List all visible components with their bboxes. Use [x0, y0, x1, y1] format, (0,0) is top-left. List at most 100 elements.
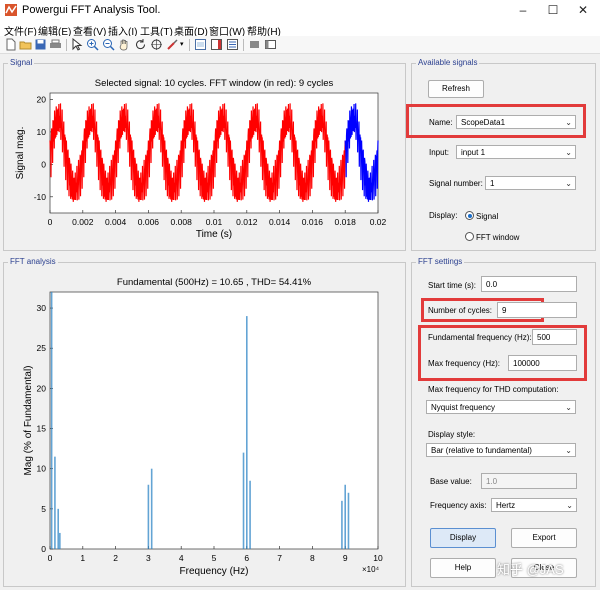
- fft-bar: [242, 452, 245, 549]
- toolbar-separator: [243, 39, 244, 51]
- close-window-icon[interactable]: ✕: [568, 0, 598, 21]
- signal-xtick-label: 0.01: [206, 217, 223, 227]
- display-style-label: Display style:: [428, 430, 476, 439]
- fft-xtick-label: 2: [113, 553, 118, 563]
- signal-xlabel: Time (s): [196, 229, 232, 240]
- base-value-label: Base value:: [430, 477, 472, 486]
- menu-bar: 文件(F) 编辑(E) 查看(V) 插入(I) 工具(T) 桌面(D) 窗口(W…: [0, 21, 600, 38]
- signal-plot-title: Selected signal: 10 cycles. FFT window (…: [95, 78, 334, 89]
- fundamental-frequency-input[interactable]: 500: [532, 329, 577, 345]
- show-plot-tools-icon[interactable]: [264, 38, 277, 51]
- fft-xtick-label: 9: [343, 553, 348, 563]
- colorbar-icon[interactable]: [210, 38, 223, 51]
- signal-ytick-label: 20: [37, 94, 47, 104]
- display-style-select[interactable]: Bar (relative to fundamental) ⌄: [426, 443, 576, 457]
- name-select[interactable]: ScopeData1 ⌄: [456, 115, 576, 129]
- watermark: 知乎 @JAS: [497, 562, 564, 577]
- window-title: Powergui FFT Analysis Tool.: [22, 4, 161, 16]
- chevron-down-icon: ⌄: [565, 118, 572, 127]
- link-plot-icon[interactable]: [194, 38, 207, 51]
- signal-xtick-label: 0.014: [269, 217, 291, 227]
- rotate-icon[interactable]: [134, 38, 147, 51]
- chevron-down-icon: ⌄: [566, 501, 573, 510]
- display-fft-window-label: FFT window: [476, 233, 520, 242]
- open-folder-icon[interactable]: [19, 38, 32, 51]
- fft-xtick-label: 4: [179, 553, 184, 563]
- fft-xtick-label: 5: [212, 553, 217, 563]
- fft-bar: [246, 316, 248, 549]
- input-select[interactable]: input 1 ⌄: [456, 145, 576, 159]
- fft-xtick-label: 6: [244, 553, 249, 563]
- help-button[interactable]: Help: [430, 558, 496, 578]
- chevron-down-icon: ⌄: [565, 403, 572, 412]
- chevron-down-icon: ⌄: [565, 179, 572, 188]
- fft-ytick-label: 30: [37, 303, 47, 313]
- fft-bar: [341, 500, 343, 549]
- fft-bar: [50, 292, 53, 549]
- display-signal-radio[interactable]: [465, 211, 474, 220]
- display-fft-window-radio[interactable]: [465, 232, 474, 241]
- fft-xtick-label: 0: [48, 553, 53, 563]
- signal-xtick-label: 0.02: [370, 217, 387, 227]
- start-time-input[interactable]: 0.0: [481, 276, 577, 292]
- signal-xtick-label: 0.008: [171, 217, 193, 227]
- signal-number-label: Signal number:: [429, 179, 483, 188]
- max-frequency-input[interactable]: 100000: [508, 355, 577, 371]
- new-file-icon[interactable]: [4, 38, 17, 51]
- signal-plot[interactable]: Selected signal: 10 cycles. FFT window (…: [3, 68, 406, 250]
- thd-frequency-select[interactable]: Nyquist frequency ⌄: [426, 400, 576, 414]
- refresh-button[interactable]: Refresh: [428, 80, 484, 98]
- chevron-down-icon: ⌄: [565, 446, 572, 455]
- legend-icon[interactable]: [226, 38, 239, 51]
- fft-plot[interactable]: Fundamental (500Hz) = 10.65 , THD= 54.41…: [3, 268, 406, 586]
- signal-xtick-label: 0.018: [335, 217, 357, 227]
- number-of-cycles-input[interactable]: 9: [497, 302, 577, 318]
- fft-bar: [347, 492, 350, 549]
- name-label: Name:: [429, 118, 453, 127]
- signal-ytick-label: 10: [37, 127, 47, 137]
- base-value-input[interactable]: 1.0: [481, 473, 577, 489]
- fft-xtick-label: 1: [80, 553, 85, 563]
- frequency-axis-value: Hertz: [496, 501, 516, 510]
- signal-ytick-label: -10: [34, 192, 47, 202]
- fft-bar: [57, 508, 59, 549]
- zoom-out-icon[interactable]: [102, 38, 115, 51]
- thd-frequency-label: Max frequency for THD computation:: [428, 385, 559, 394]
- fft-ytick-label: 10: [37, 464, 47, 474]
- input-select-value: input 1: [461, 148, 486, 157]
- start-time-label: Start time (s):: [428, 281, 477, 290]
- hide-plot-tools-icon[interactable]: [248, 38, 261, 51]
- signal-panel-title: Signal: [8, 58, 35, 67]
- number-of-cycles-label: Number of cycles:: [428, 306, 493, 315]
- brush-icon[interactable]: [166, 38, 179, 51]
- title-bar: Powergui FFT Analysis Tool. – ☐ ✕: [0, 0, 600, 21]
- signal-xtick-label: 0.012: [236, 217, 258, 227]
- frequency-axis-select[interactable]: Hertz ⌄: [491, 498, 577, 512]
- signal-xtick-label: 0.016: [302, 217, 324, 227]
- fft-axes: [49, 291, 379, 550]
- signal-number-select[interactable]: 1 ⌄: [485, 176, 576, 190]
- signal-ytick-label: 0: [41, 159, 46, 169]
- fft-x-exponent: ×10⁴: [362, 565, 380, 574]
- maximize-icon[interactable]: ☐: [538, 0, 568, 21]
- pan-hand-icon[interactable]: [118, 38, 131, 51]
- fft-bar: [54, 456, 56, 549]
- fft-xlabel: Frequency (Hz): [180, 566, 249, 577]
- signal-xtick-label: 0.006: [138, 217, 160, 227]
- brush-dropdown-icon[interactable]: ▾: [180, 38, 193, 51]
- data-cursor-icon[interactable]: [150, 38, 163, 51]
- fft-xtick-label: 3: [146, 553, 151, 563]
- name-select-value: ScopeData1: [461, 118, 506, 127]
- fft-bar: [344, 484, 346, 549]
- fft-plot-title: Fundamental (500Hz) = 10.65 , THD= 54.41…: [117, 277, 312, 288]
- print-icon[interactable]: [49, 38, 62, 51]
- save-icon[interactable]: [34, 38, 47, 51]
- pointer-icon[interactable]: [70, 38, 83, 51]
- minimize-icon[interactable]: –: [508, 0, 538, 21]
- fft-panel-title: FFT analysis: [8, 257, 58, 266]
- fft-bar: [249, 480, 251, 549]
- display-button[interactable]: Display: [430, 528, 496, 548]
- zoom-in-icon[interactable]: [86, 38, 99, 51]
- fft-ytick-label: 15: [37, 424, 47, 434]
- export-button[interactable]: Export: [511, 528, 577, 548]
